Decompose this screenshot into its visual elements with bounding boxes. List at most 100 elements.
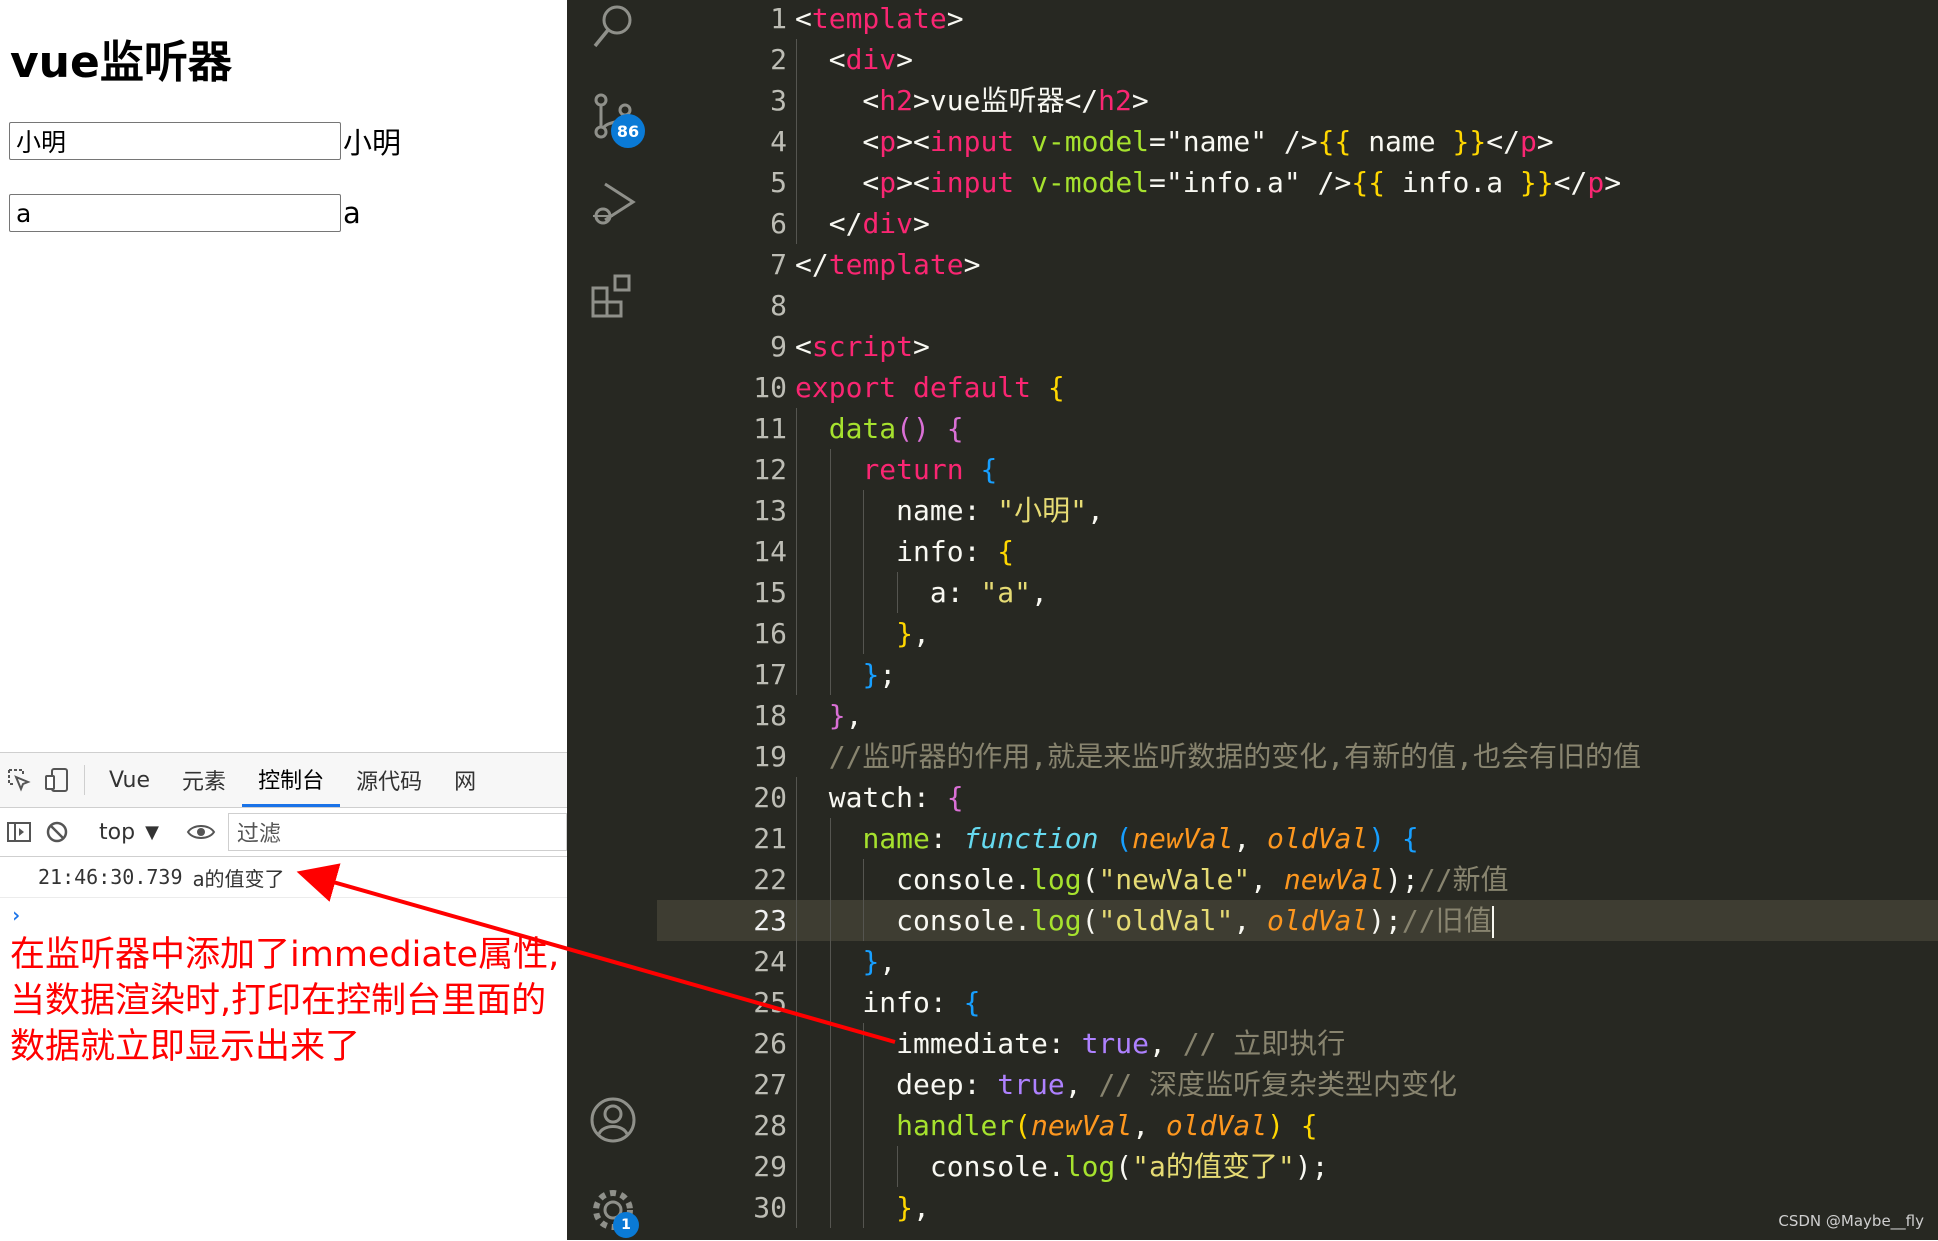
code-line[interactable]: 15 a: "a", [657,572,1938,613]
code-token: template [828,248,964,281]
line-number: 14 [753,535,787,568]
code-line[interactable]: 2 <div> [657,39,1938,80]
code-line[interactable]: 17 }; [657,654,1938,695]
tab-console[interactable]: 控制台 [242,753,341,807]
code-line[interactable]: 22 console.log("newVale", newVal);//新值 [657,859,1938,900]
indent-guide [896,572,898,613]
code-text: deep: true, // 深度监听复杂类型内变化 [795,1064,1457,1105]
code-line[interactable]: 5 <p><input v-model="info.a" />{{ info.a… [657,162,1938,203]
code-line[interactable]: 23 console.log("oldVal", oldVal);//旧值 [657,900,1938,941]
console-prompt[interactable]: › [0,898,567,932]
name-input[interactable] [9,122,341,160]
code-line[interactable]: 27 deep: true, // 深度监听复杂类型内变化 [657,1064,1938,1105]
code-token: ); [1385,863,1419,896]
indent-guide [796,777,797,1228]
code-token: } [896,1191,914,1224]
code-line[interactable]: 29 console.log("a的值变了"); [657,1146,1938,1187]
line-number: 2 [770,43,787,76]
code-line[interactable]: 18 }, [657,695,1938,736]
code-line[interactable]: 13 name: "小明", [657,490,1938,531]
code-line[interactable]: 8 [657,285,1938,326]
code-token: ="info.a" /> [1149,166,1352,199]
code-token: input [929,125,1015,158]
code-line[interactable]: 1 <template> [657,0,1938,39]
search-icon[interactable] [589,2,637,50]
tab-vue[interactable]: Vue [93,753,166,807]
code-line[interactable]: 12 return { [657,449,1938,490]
filter-input[interactable]: 过滤 [227,813,567,851]
code-token: "小明" [997,494,1088,527]
tab-sources[interactable]: 源代码 [340,753,438,807]
code-line[interactable]: 21 name: function (newVal, oldVal) { [657,818,1938,859]
line-number: 21 [753,822,787,855]
code-line[interactable]: 14 info: { [657,531,1938,572]
account-icon[interactable] [589,1096,637,1144]
device-toggle-icon[interactable] [38,753,76,807]
code-line[interactable]: 3 <h2>vue监听器</h2> [657,80,1938,121]
code-editor[interactable]: 1 <template> 2 <div> 3 <h2>vue监听器</h2> 4 <p>… [657,0,1938,1240]
code-text: data() { [795,408,964,449]
line-number: 26 [753,1027,787,1060]
code-token: , [1031,576,1048,609]
code-line[interactable]: 19 //监听器的作用,就是来监听数据的变化,有新的值,也会有旧的值 [657,736,1938,777]
code-line[interactable]: 9 <script> [657,326,1938,367]
run-debug-icon[interactable] [589,180,637,228]
extensions-icon[interactable] [589,272,637,320]
code-line[interactable]: 16 }, [657,613,1938,654]
code-token: < [795,43,846,76]
code-token: > [1604,166,1622,199]
tab-network[interactable]: 网 [438,753,492,807]
dropdown-arrow-icon: ▼ [145,821,159,843]
line-number: 1 [770,2,787,35]
code-token: () [896,412,930,445]
code-token: "a" [980,576,1032,609]
code-token: //旧值 [1401,904,1492,937]
code-text: <p><input v-model="name" />{{ name }}</p… [795,121,1553,162]
indent-guide [796,408,797,695]
eye-icon[interactable] [182,821,220,843]
code-token: , [913,1191,930,1224]
code-token: div [845,43,897,76]
code-line[interactable]: 20 watch: { [657,777,1938,818]
code-line[interactable]: 24 }, [657,941,1938,982]
context-select[interactable]: top ▼ [93,820,165,845]
page-title: vue监听器 [10,37,232,88]
code-token: : [929,822,964,855]
devtools-tabbar: Vue 元素 控制台 源代码 网 [0,753,567,808]
code-line[interactable]: 25 info: { [657,982,1938,1023]
code-token: , [1064,1068,1099,1101]
code-token: ( [1081,904,1099,937]
code-token: { [1300,1109,1318,1142]
code-token: newVal [1283,863,1386,896]
line-number: 12 [753,453,787,486]
code-line[interactable]: 28 handler(newVal, oldVal) { [657,1105,1938,1146]
code-line[interactable]: 6 </div> [657,203,1938,244]
line-number: 28 [753,1109,787,1142]
code-line[interactable]: 11 data() { [657,408,1938,449]
code-token: > [896,43,914,76]
code-text: watch: { [795,777,964,818]
code-token: oldVal [1267,822,1369,855]
line-number: 22 [753,863,787,896]
code-line[interactable]: 30 }, [657,1187,1938,1228]
code-line[interactable]: 4 <p><input v-model="name" />{{ name }}<… [657,121,1938,162]
console-toolbar: top ▼ 过滤 [0,808,567,857]
tab-elements[interactable]: 元素 [166,753,242,807]
code-line[interactable]: 26 immediate: true, // 立即执行 [657,1023,1938,1064]
code-token: info.a [1385,166,1520,199]
settings-gear-icon[interactable]: 1 [589,1186,639,1238]
source-control-icon[interactable]: 86 [589,92,645,148]
code-line[interactable]: 7 </template> [657,244,1938,285]
sidebar-toggle-icon[interactable] [0,819,38,845]
code-line[interactable]: 10 export default { [657,367,1938,408]
code-token: {{ [1317,125,1352,158]
clear-console-icon[interactable] [38,819,76,845]
info-a-input[interactable] [9,194,341,232]
inspect-element-icon[interactable] [0,753,38,807]
